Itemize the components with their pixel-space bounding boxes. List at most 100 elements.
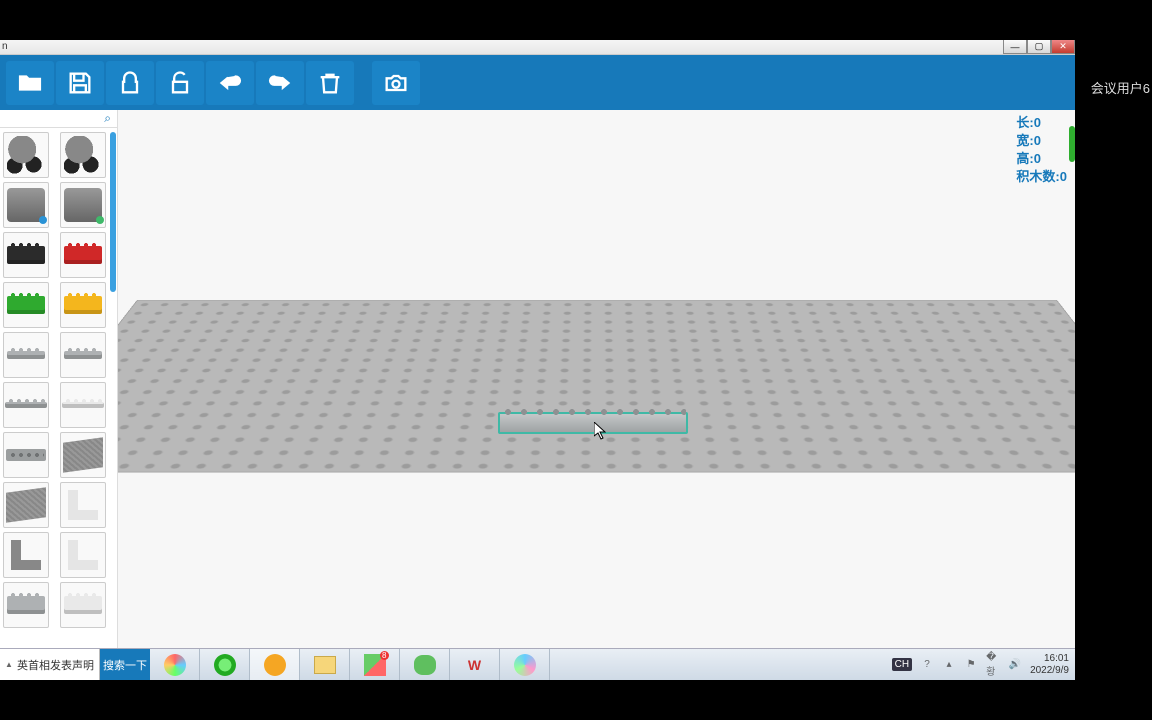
L-thumb — [68, 540, 98, 570]
palette-item-17[interactable] — [60, 532, 106, 578]
tray-volume-icon[interactable]: 🔊 — [1008, 658, 1022, 672]
save-button[interactable] — [56, 61, 104, 105]
robot-thumb — [64, 136, 102, 174]
L-thumb — [11, 540, 41, 570]
folder-icon — [314, 656, 336, 674]
maximize-button[interactable]: ▢ — [1027, 40, 1051, 54]
undo-button[interactable] — [206, 61, 254, 105]
brick-thumb — [62, 402, 104, 408]
motor-thumb — [64, 188, 102, 222]
open-button[interactable] — [6, 61, 54, 105]
tray-flag-icon[interactable]: ⚑ — [964, 658, 978, 672]
plate-thumb — [63, 437, 103, 473]
palette-item-6[interactable] — [3, 282, 49, 328]
taskbar-news[interactable]: ▲ 英首相发表声明 — [0, 649, 100, 680]
palette-item-19[interactable] — [60, 582, 106, 628]
taskbar-app-scratch[interactable] — [250, 649, 300, 680]
L-thumb — [68, 490, 98, 520]
palette-item-11[interactable] — [60, 382, 106, 428]
browser2-icon — [214, 654, 236, 676]
right-black-panel: 会议用户6 — [1075, 40, 1152, 680]
tray-date: 2022/9/9 — [1030, 665, 1069, 677]
brick-thumb — [7, 596, 45, 614]
selected-brick[interactable] — [498, 412, 688, 434]
palette-item-16[interactable] — [3, 532, 49, 578]
wps-icon: W — [468, 657, 481, 673]
content-area: ⌕ ◂ 长:0 宽:0 高:0 积木数:0 Y — [0, 110, 1075, 680]
baseplate[interactable] — [137, 300, 1057, 620]
palette-item-3[interactable] — [60, 182, 106, 228]
camera-icon — [382, 69, 410, 97]
info-panel: 长:0 宽:0 高:0 积木数:0 — [1016, 114, 1067, 186]
tray-lang[interactable]: CH — [892, 658, 912, 671]
palette-item-12[interactable] — [3, 432, 49, 478]
palette-item-10[interactable] — [3, 382, 49, 428]
taskbar-app-browser1[interactable] — [150, 649, 200, 680]
palette-item-0[interactable] — [3, 132, 49, 178]
palette-item-4[interactable] — [3, 232, 49, 278]
palette-item-5[interactable] — [60, 232, 106, 278]
tray-network-icon[interactable]: �황 — [986, 658, 1000, 672]
width-value: 0 — [1034, 133, 1041, 148]
trash-icon — [316, 69, 344, 97]
tech-thumb — [6, 449, 46, 461]
search-icon: ⌕ — [104, 111, 111, 126]
palette-item-7[interactable] — [60, 282, 106, 328]
robot-thumb — [7, 136, 45, 174]
taskbar-news-text: 英首相发表声明 — [17, 657, 94, 673]
taskbar-app-meeting[interactable] — [500, 649, 550, 680]
tray-clock[interactable]: 16:01 2022/9/9 — [1030, 653, 1069, 677]
meeting-icon — [514, 654, 536, 676]
caret-icon: ▲ — [5, 660, 13, 669]
palette-item-2[interactable] — [3, 182, 49, 228]
system-tray: CH ? ▴ ⚑ �황 🔊 16:01 2022/9/9 — [886, 649, 1075, 680]
brick-thumb — [7, 296, 45, 314]
taskbar-app-explorer[interactable] — [300, 649, 350, 680]
unlock-button[interactable] — [156, 61, 204, 105]
plate-thumb — [6, 487, 46, 523]
brick-thumb — [5, 402, 47, 408]
count-value: 0 — [1060, 169, 1067, 184]
palette-item-18[interactable] — [3, 582, 49, 628]
taskbar-app-browser2[interactable] — [200, 649, 250, 680]
browser-icon — [164, 654, 186, 676]
close-button[interactable]: ✕ — [1051, 40, 1075, 54]
taskbar-search-text: 搜索一下 — [103, 657, 147, 673]
palette-item-1[interactable] — [60, 132, 106, 178]
palette-search[interactable]: ⌕ — [0, 110, 117, 128]
camera-button[interactable] — [372, 61, 420, 105]
save-icon — [66, 69, 94, 97]
meeting-user-label: 会议用户6 — [1091, 78, 1150, 97]
taskbar-app-security[interactable]: 8 — [350, 649, 400, 680]
delete-button[interactable] — [306, 61, 354, 105]
height-label: 高 — [1016, 151, 1029, 166]
length-label: 长 — [1016, 115, 1029, 130]
taskbar-app-wechat[interactable] — [400, 649, 450, 680]
palette-scrollbar[interactable] — [110, 132, 116, 292]
count-label: 积木数 — [1016, 169, 1055, 184]
taskbar: ▲ 英首相发表声明 搜索一下 8 W CH ? ▴ ⚑ �황 🔊 16:01 2… — [0, 648, 1075, 680]
brick-thumb — [64, 296, 102, 314]
tray-caret-icon[interactable]: ▴ — [942, 658, 956, 672]
tray-help-icon[interactable]: ? — [920, 658, 934, 672]
lock-icon — [116, 69, 144, 97]
palette-item-14[interactable] — [3, 482, 49, 528]
app-window: n — ▢ ✕ — [0, 40, 1075, 680]
taskbar-search-button[interactable]: 搜索一下 — [100, 649, 150, 680]
redo-button[interactable] — [256, 61, 304, 105]
length-value: 0 — [1034, 115, 1041, 130]
lock-button[interactable] — [106, 61, 154, 105]
minimize-button[interactable]: — — [1003, 40, 1027, 54]
scratch-icon — [264, 654, 286, 676]
palette-item-15[interactable] — [60, 482, 106, 528]
palette-item-8[interactable] — [3, 332, 49, 378]
canvas[interactable]: 长:0 宽:0 高:0 积木数:0 Y — [118, 110, 1075, 680]
folder-icon — [16, 69, 44, 97]
palette-item-13[interactable] — [60, 432, 106, 478]
brick-thumb — [7, 351, 45, 359]
motor-thumb — [7, 188, 45, 222]
title-bar: n — ▢ ✕ — [0, 40, 1075, 55]
palette-item-9[interactable] — [60, 332, 106, 378]
palette — [0, 128, 117, 680]
taskbar-app-wps[interactable]: W — [450, 649, 500, 680]
